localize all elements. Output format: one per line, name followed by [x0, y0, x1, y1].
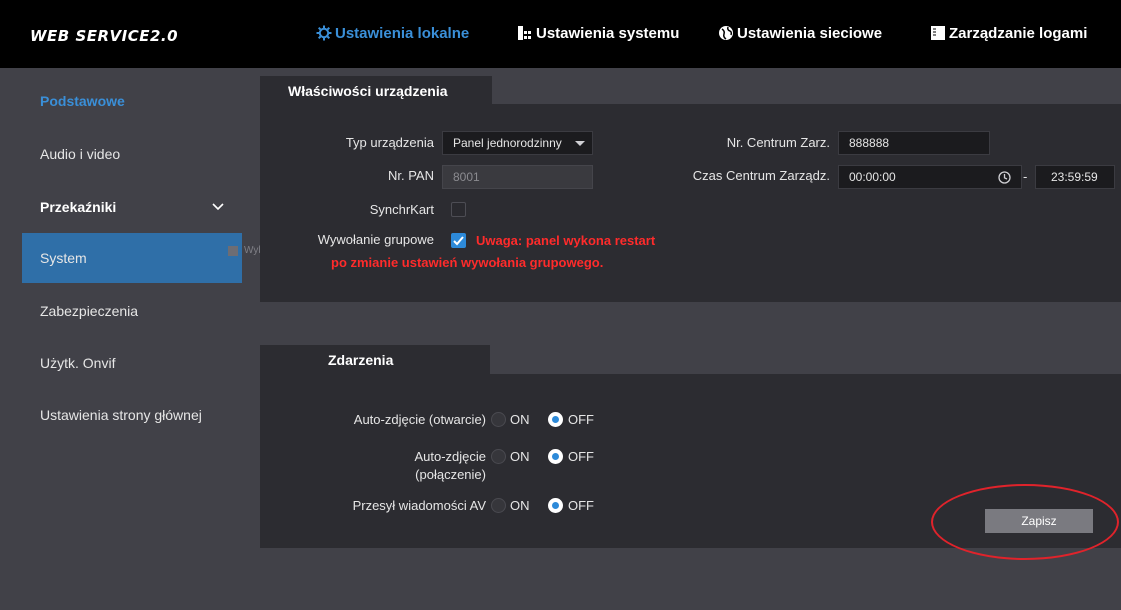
auto-photo-open-on-radio[interactable]: [491, 412, 506, 427]
sync-card-checkbox[interactable]: [451, 202, 466, 217]
tab-label: Zdarzenia: [328, 352, 394, 368]
sidebar-item-homepage-settings[interactable]: Ustawienia strony głównej: [22, 390, 242, 440]
nav-log-management[interactable]: Zarządzanie logami: [930, 21, 1087, 45]
av-message-transfer-label: Przesył wiadomości AV: [352, 498, 486, 513]
center-time-end-value: 23:59:59: [1051, 170, 1098, 184]
sidebar-item-label: Podstawowe: [40, 93, 125, 109]
tab-label: Właściwości urządzenia: [288, 83, 448, 99]
av-message-transfer-off-radio[interactable]: [548, 498, 563, 513]
auto-photo-call-label-suffix: (połączenie): [415, 467, 486, 482]
nav-network-settings[interactable]: Ustawienia sieciowe: [718, 21, 882, 45]
auto-photo-call-on-radio[interactable]: [491, 449, 506, 464]
radio-label-on: ON: [510, 412, 530, 427]
radio-label-on: ON: [510, 498, 530, 513]
sidebar-item-system[interactable]: System: [22, 233, 242, 283]
check-icon: [453, 236, 464, 246]
sidebar-item-label: Zabezpieczenia: [40, 303, 139, 319]
sidebar-item-label: Użytk. Onvif: [40, 355, 116, 371]
device-type-select[interactable]: Panel jednorodzinny: [442, 131, 593, 155]
sidebar-item-label: Audio i video: [40, 146, 121, 162]
log-document-icon: [930, 25, 946, 41]
app-logo: WEB SERVICE2.0: [30, 27, 179, 45]
av-message-transfer-on-radio[interactable]: [491, 498, 506, 513]
gear-icon: [316, 25, 332, 41]
sidebar: Podstawowe Audio i video Przekaźniki Sys…: [0, 68, 242, 610]
nav-label: Ustawienia sieciowe: [737, 24, 883, 42]
auto-photo-call-label: Auto-zdjęcie: [414, 449, 486, 464]
radio-label-off: OFF: [568, 449, 594, 464]
sync-card-label: SynchrKart: [369, 202, 434, 217]
group-call-checkbox[interactable]: [451, 233, 466, 248]
sidebar-item-label: Ustawienia strony głównej: [40, 407, 202, 423]
auto-photo-open-off-radio[interactable]: [548, 412, 563, 427]
center-time-start-field[interactable]: 00:00:00: [838, 165, 1022, 189]
dropdown-caret-icon: [575, 141, 585, 146]
radio-label-off: OFF: [568, 412, 594, 427]
nav-label: Ustawienia lokalne: [335, 24, 470, 42]
device-type-value: Panel jednorodzinny: [453, 136, 562, 150]
globe-icon: [718, 25, 734, 41]
radio-label-on: ON: [510, 449, 530, 464]
nav-label: Zarządzanie logami: [949, 24, 1088, 42]
group-call-warning-line1: Uwaga: panel wykona restart: [476, 233, 656, 248]
device-type-label: Typ urządzenia: [345, 135, 434, 150]
center-time-start-value: 00:00:00: [849, 170, 896, 184]
group-call-label: Wywołanie grupowe: [317, 232, 434, 247]
page-content: Podstawowe Audio i video Przekaźniki Sys…: [0, 68, 1121, 610]
save-button[interactable]: Zapisz: [985, 509, 1093, 533]
sidebar-item-label: Przekaźniki: [40, 199, 117, 215]
pan-number-label: Nr. PAN: [388, 168, 434, 183]
nav-local-settings[interactable]: Ustawienia lokalne: [316, 21, 469, 45]
nav-system-settings[interactable]: Ustawienia systemu: [517, 21, 679, 45]
top-bar: WEB SERVICE2.0 Ustawienia lokalne Ustawi…: [0, 0, 1121, 68]
group-call-warning-line2: po zmianie ustawień wywołania grupowego.: [331, 255, 604, 270]
center-number-field[interactable]: 888888: [838, 131, 990, 155]
auto-photo-open-label: Auto-zdjęcie (otwarcie): [353, 412, 486, 427]
system-grid-icon: [517, 25, 533, 41]
center-time-end-field[interactable]: 23:59:59: [1035, 165, 1115, 189]
clock-icon[interactable]: [998, 171, 1011, 187]
sidebar-item-security[interactable]: Zabezpieczenia: [22, 286, 242, 336]
sidebar-item-label: System: [40, 250, 87, 266]
center-number-value: 888888: [849, 136, 890, 150]
tooltip-icon: [228, 245, 238, 256]
sidebar-item-relays[interactable]: Przekaźniki: [22, 182, 242, 232]
nav-label: Ustawienia systemu: [536, 24, 680, 42]
center-time-label: Czas Centrum Zarządz.: [692, 168, 830, 183]
center-number-label: Nr. Centrum Zarz.: [726, 135, 830, 150]
sidebar-item-onvif-user[interactable]: Użytk. Onvif: [22, 338, 242, 388]
chevron-down-icon: [212, 199, 224, 215]
tab-events[interactable]: Zdarzenia: [260, 345, 490, 375]
sidebar-item-basic[interactable]: Podstawowe: [22, 76, 242, 126]
pan-number-value: 8001: [453, 170, 480, 184]
radio-label-off: OFF: [568, 498, 594, 513]
sidebar-item-audio-video[interactable]: Audio i video: [22, 129, 242, 179]
time-range-separator: -: [1023, 169, 1028, 184]
auto-photo-call-off-radio[interactable]: [548, 449, 563, 464]
tab-device-properties[interactable]: Właściwości urządzenia: [260, 76, 492, 106]
pan-number-field: 8001: [442, 165, 593, 189]
